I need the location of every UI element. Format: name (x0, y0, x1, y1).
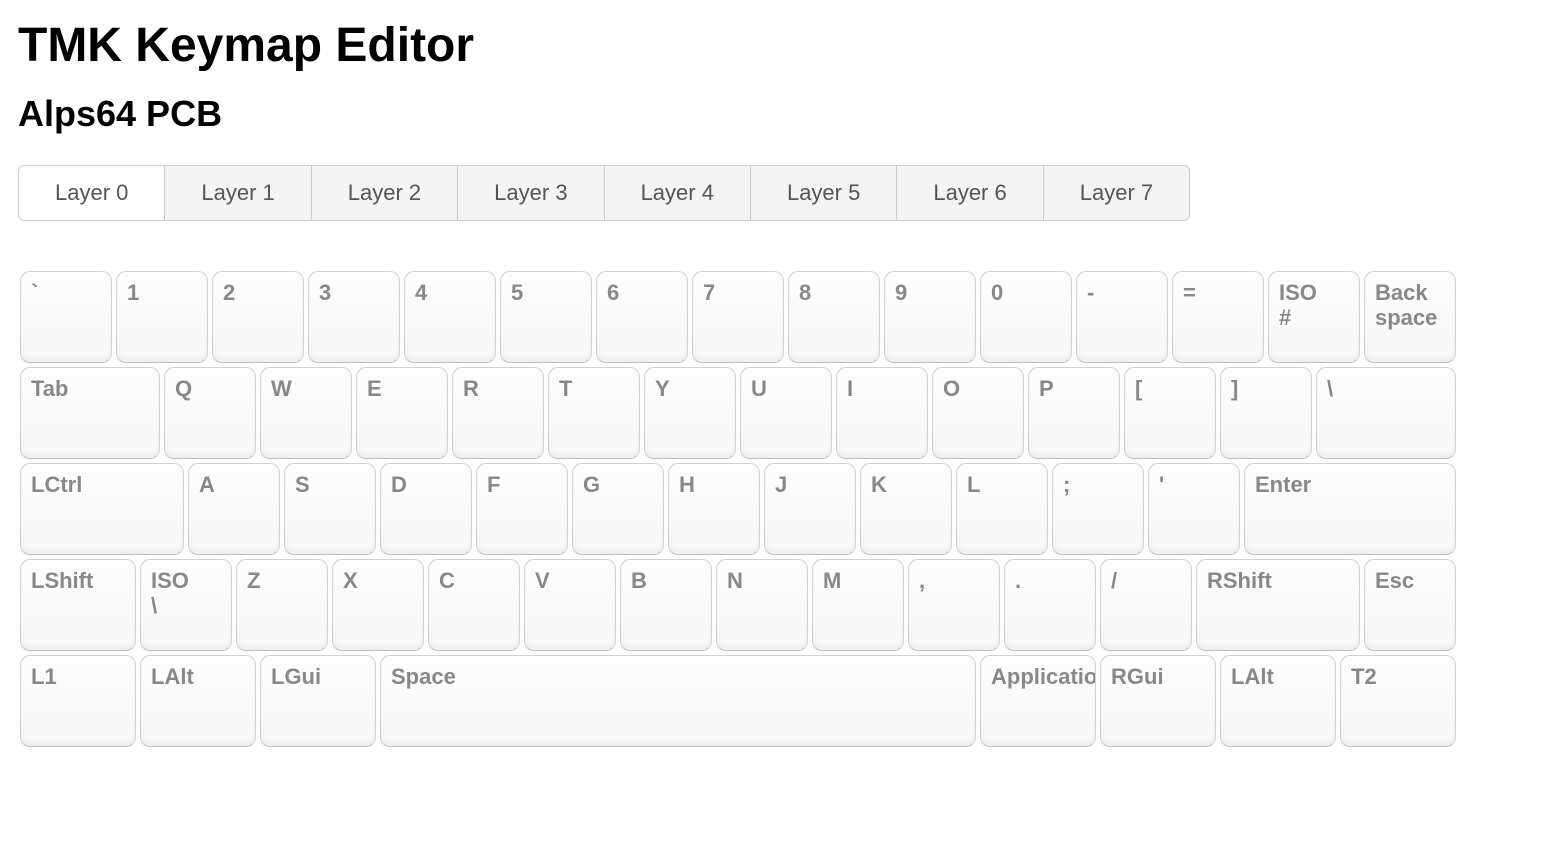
key[interactable]: LAlt (1220, 655, 1336, 747)
key[interactable]: Back space (1364, 271, 1456, 363)
key[interactable]: Esc (1364, 559, 1456, 651)
key[interactable]: 7 (692, 271, 784, 363)
key[interactable]: D (380, 463, 472, 555)
key[interactable]: LCtrl (20, 463, 184, 555)
keyboard-layout: `1234567890-=ISO #Back space TabQWERTYUIO… (18, 269, 1460, 745)
key[interactable]: ISO \ (140, 559, 232, 651)
key[interactable]: 5 (500, 271, 592, 363)
key[interactable]: LGui (260, 655, 376, 747)
key[interactable]: LShift (20, 559, 136, 651)
tab-layer-3[interactable]: Layer 3 (458, 165, 604, 221)
key[interactable]: M (812, 559, 904, 651)
key[interactable]: R (452, 367, 544, 459)
key[interactable]: S (284, 463, 376, 555)
key[interactable]: L (956, 463, 1048, 555)
layer-tabs: Layer 0Layer 1Layer 2Layer 3Layer 4Layer… (18, 165, 1524, 221)
key[interactable]: L1 (20, 655, 136, 747)
key[interactable]: J (764, 463, 856, 555)
key[interactable]: U (740, 367, 832, 459)
key[interactable]: A (188, 463, 280, 555)
key[interactable]: 9 (884, 271, 976, 363)
key[interactable]: Z (236, 559, 328, 651)
tab-layer-0[interactable]: Layer 0 (18, 165, 165, 221)
key[interactable]: RShift (1196, 559, 1360, 651)
key[interactable]: Tab (20, 367, 160, 459)
tab-layer-4[interactable]: Layer 4 (605, 165, 751, 221)
key[interactable]: , (908, 559, 1000, 651)
key[interactable]: K (860, 463, 952, 555)
key[interactable]: T (548, 367, 640, 459)
tab-layer-7[interactable]: Layer 7 (1044, 165, 1190, 221)
key[interactable]: P (1028, 367, 1120, 459)
tab-layer-2[interactable]: Layer 2 (312, 165, 458, 221)
key[interactable]: X (332, 559, 424, 651)
key[interactable]: . (1004, 559, 1096, 651)
key[interactable]: = (1172, 271, 1264, 363)
key[interactable]: Y (644, 367, 736, 459)
tab-layer-6[interactable]: Layer 6 (897, 165, 1043, 221)
key[interactable]: 3 (308, 271, 400, 363)
page-title: TMK Keymap Editor (18, 18, 1524, 73)
key[interactable]: ' (1148, 463, 1240, 555)
key[interactable]: ISO # (1268, 271, 1360, 363)
key[interactable]: G (572, 463, 664, 555)
key[interactable]: LAlt (140, 655, 256, 747)
key[interactable]: Enter (1244, 463, 1456, 555)
key[interactable]: B (620, 559, 712, 651)
key[interactable]: V (524, 559, 616, 651)
key[interactable]: 0 (980, 271, 1072, 363)
key[interactable]: F (476, 463, 568, 555)
key[interactable]: O (932, 367, 1024, 459)
key[interactable]: H (668, 463, 760, 555)
key[interactable]: [ (1124, 367, 1216, 459)
key[interactable]: T2 (1340, 655, 1456, 747)
key[interactable]: 6 (596, 271, 688, 363)
key[interactable]: ` (20, 271, 112, 363)
key[interactable]: Space (380, 655, 976, 747)
key[interactable]: N (716, 559, 808, 651)
key[interactable]: W (260, 367, 352, 459)
key[interactable]: I (836, 367, 928, 459)
tab-layer-1[interactable]: Layer 1 (165, 165, 311, 221)
key[interactable]: E (356, 367, 448, 459)
key[interactable]: C (428, 559, 520, 651)
key[interactable]: 8 (788, 271, 880, 363)
key[interactable]: \ (1316, 367, 1456, 459)
tab-layer-5[interactable]: Layer 5 (751, 165, 897, 221)
key[interactable]: / (1100, 559, 1192, 651)
key[interactable]: - (1076, 271, 1168, 363)
key[interactable]: RGui (1100, 655, 1216, 747)
key[interactable]: Q (164, 367, 256, 459)
key[interactable]: Application (980, 655, 1096, 747)
key[interactable]: 4 (404, 271, 496, 363)
key[interactable]: ; (1052, 463, 1144, 555)
key[interactable]: 1 (116, 271, 208, 363)
key[interactable]: ] (1220, 367, 1312, 459)
keyboard-name: Alps64 PCB (18, 93, 1524, 135)
key[interactable]: 2 (212, 271, 304, 363)
